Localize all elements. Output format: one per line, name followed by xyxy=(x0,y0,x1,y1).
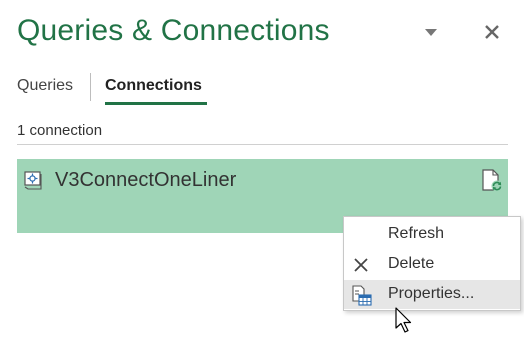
context-menu: Refresh Delete Properties... xyxy=(343,216,521,311)
close-icon xyxy=(485,25,499,39)
close-button[interactable] xyxy=(482,22,502,42)
tab-connections[interactable]: Connections xyxy=(105,77,202,95)
delete-x-icon xyxy=(351,255,371,275)
menu-item-label: Refresh xyxy=(388,225,445,242)
connection-name: V3ConnectOneLiner xyxy=(55,169,237,191)
tab-queries[interactable]: Queries xyxy=(17,77,73,95)
menu-item-label: Delete xyxy=(388,255,435,272)
refresh-file-icon[interactable] xyxy=(480,169,504,193)
pane-options-button[interactable] xyxy=(423,26,439,38)
menu-item-refresh[interactable]: Refresh xyxy=(344,220,520,249)
connection-icon xyxy=(24,171,44,190)
active-tab-indicator xyxy=(105,102,207,105)
divider xyxy=(17,144,508,145)
connection-count: 1 connection xyxy=(17,122,103,139)
chevron-down-icon xyxy=(425,29,437,36)
pane-title: Queries & Connections xyxy=(17,14,330,47)
menu-item-delete[interactable]: Delete xyxy=(344,250,520,279)
menu-item-properties[interactable]: Properties... xyxy=(344,280,520,309)
properties-icon xyxy=(351,285,372,306)
tab-separator xyxy=(90,73,91,101)
mouse-cursor-icon xyxy=(395,307,415,335)
menu-item-label: Properties... xyxy=(388,285,475,302)
